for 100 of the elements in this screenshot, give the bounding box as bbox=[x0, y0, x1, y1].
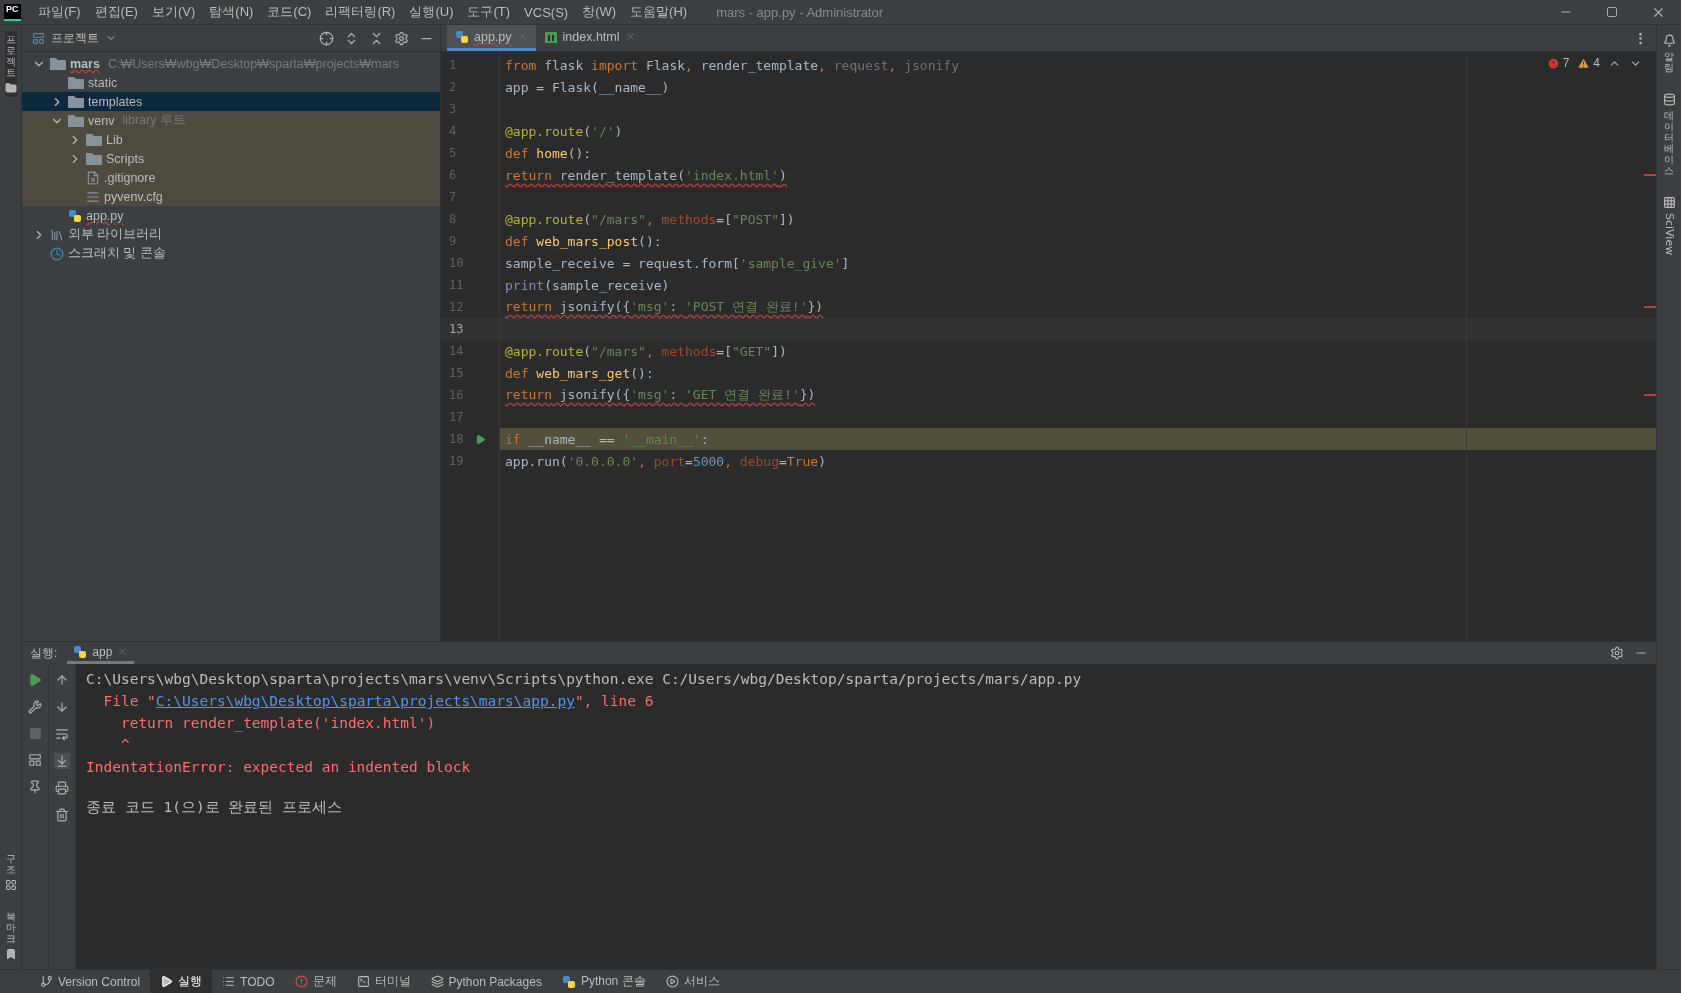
locate-icon[interactable] bbox=[319, 30, 334, 46]
menu-item[interactable]: VCS(S) bbox=[517, 4, 576, 20]
menu-item[interactable]: 편집(E) bbox=[87, 3, 145, 21]
play-icon bbox=[28, 673, 42, 687]
tool-window-tab[interactable]: TODO bbox=[212, 970, 285, 993]
tool-window-tab[interactable]: Python Packages bbox=[420, 970, 552, 993]
panel-icon bbox=[32, 31, 45, 45]
console-line: IndentationError: expected an indented block bbox=[86, 758, 472, 777]
tree-item-name: venv bbox=[88, 113, 115, 128]
tool-window-tab[interactable]: 문제 bbox=[284, 970, 347, 993]
settings-icon[interactable] bbox=[394, 30, 409, 46]
tree-item[interactable]: app.py bbox=[22, 206, 440, 225]
tree-item-name: templates bbox=[88, 94, 143, 109]
warning-count[interactable]: 4 bbox=[1577, 56, 1600, 70]
line-number: 15 bbox=[448, 365, 465, 382]
scroll-to-end-button[interactable] bbox=[54, 753, 70, 769]
file-link[interactable]: C:\Users\wbg\Desktop\sparta\projects\mars\app.py bbox=[155, 693, 575, 709]
tool-window-tab[interactable]: 실행 bbox=[150, 970, 213, 993]
project-view-dropdown[interactable]: 프로젝트 bbox=[32, 29, 117, 47]
rerun-button[interactable] bbox=[27, 672, 43, 688]
tree-item[interactable]: static bbox=[22, 73, 440, 92]
tool-window-tab[interactable]: Python 콘솔 bbox=[551, 970, 656, 993]
code-line: return render_template('index.html') bbox=[505, 167, 787, 183]
line-number: 18 bbox=[441, 428, 499, 450]
tree-item[interactable]: 외부 라이브러리 bbox=[22, 225, 440, 244]
run-label: 실행: bbox=[30, 644, 58, 662]
services-icon bbox=[665, 975, 679, 988]
structure-icon bbox=[4, 879, 17, 891]
line-number: 2 bbox=[448, 79, 458, 96]
console-line: File "C:\Users\wbg\Desktop\sparta\projects\mars\app.py", line 6 bbox=[102, 692, 655, 711]
list-icon bbox=[222, 975, 236, 988]
app-logo: PC bbox=[4, 3, 21, 21]
folder-icon bbox=[4, 82, 17, 94]
menu-item[interactable]: 도움말(H) bbox=[623, 3, 695, 21]
folder-icon bbox=[68, 76, 84, 89]
wrench-button[interactable] bbox=[27, 699, 43, 715]
line-number: 1 bbox=[448, 57, 458, 74]
tool-window-button[interactable]: 데이터베이스 bbox=[1662, 90, 1676, 179]
menu-item[interactable]: 코드(C) bbox=[260, 3, 319, 21]
tree-item[interactable]: mars C:₩Users₩wbg₩Desktop₩sparta₩projects₩mars bbox=[22, 54, 440, 73]
tool-window-button[interactable]: 알림 bbox=[1662, 31, 1676, 76]
line-number: 12 bbox=[448, 299, 465, 316]
tool-window-button[interactable]: 북마크 bbox=[4, 908, 17, 963]
menu-item[interactable]: 실행(U) bbox=[402, 3, 461, 21]
code-line: def web_mars_post(): bbox=[505, 233, 662, 249]
menu-item[interactable]: 탐색(N) bbox=[202, 3, 261, 21]
line-number: 11 bbox=[448, 277, 465, 294]
pin-button[interactable] bbox=[27, 779, 43, 795]
tree-item[interactable]: templates bbox=[22, 92, 440, 111]
tree-item-name: static bbox=[88, 75, 118, 90]
error-count[interactable]: 7 bbox=[1546, 56, 1570, 70]
console-line: 종료 코드 1(으)로 완료된 프로세스 bbox=[86, 798, 344, 817]
run-icon[interactable] bbox=[475, 433, 487, 445]
window-title: mars - app.py - Administrator bbox=[716, 4, 884, 20]
print-button[interactable] bbox=[54, 780, 70, 796]
tree-item-name: pyvenv.cfg bbox=[104, 189, 163, 204]
wrap-button[interactable] bbox=[54, 726, 70, 742]
trash-button[interactable] bbox=[54, 807, 70, 823]
menu-item[interactable]: 리팩터링(R) bbox=[318, 3, 403, 21]
menu-item[interactable]: 도구(T) bbox=[460, 3, 518, 21]
editor-tab[interactable]: app.py bbox=[447, 25, 536, 51]
grid-icon bbox=[1662, 196, 1676, 209]
tree-item-hint: library 루트 bbox=[122, 112, 186, 129]
line-number: 5 bbox=[448, 145, 458, 162]
branch-icon bbox=[40, 975, 53, 988]
settings-icon[interactable] bbox=[1610, 646, 1624, 660]
layout-button[interactable] bbox=[27, 752, 43, 768]
tree-item[interactable]: venv library 루트 bbox=[22, 111, 440, 130]
folder-icon bbox=[86, 152, 102, 165]
tree-item[interactable]: Lib bbox=[22, 130, 440, 149]
console-line: C:\Users\wbg\Desktop\sparta\projects\mars\venv\Scripts\python.exe C:/Users/wbg/Desktop/sparta/projects/mars/app.py bbox=[86, 670, 1083, 689]
python-file-icon bbox=[561, 974, 576, 989]
up-button[interactable] bbox=[54, 672, 70, 688]
tool-window-tab[interactable]: Version Control bbox=[30, 970, 151, 993]
menu-item[interactable]: 창(W) bbox=[575, 3, 624, 21]
tree-item[interactable]: .gitignore bbox=[22, 168, 440, 187]
folder-icon bbox=[86, 133, 102, 146]
tool-window-button[interactable]: 프로젝트 bbox=[4, 31, 17, 97]
console-line: ^ bbox=[119, 736, 131, 755]
warning-icon bbox=[1577, 56, 1591, 70]
bookmark-icon bbox=[4, 948, 17, 960]
tool-window-button[interactable]: SciView bbox=[1662, 193, 1676, 259]
line-number: 10 bbox=[448, 255, 465, 272]
menu-item[interactable]: 파일(F) bbox=[31, 3, 88, 21]
tree-item[interactable]: Scripts bbox=[22, 149, 440, 168]
menu-item[interactable]: 보기(V) bbox=[144, 3, 203, 21]
printer-icon bbox=[55, 781, 69, 795]
tool-window-button[interactable]: 구조 bbox=[4, 850, 17, 894]
tree-item-name: app.py bbox=[86, 208, 124, 223]
tree-item-hint: C:₩Users₩wbg₩Desktop₩sparta₩projects₩mars bbox=[107, 56, 399, 71]
code-line: @app.route('/') bbox=[505, 123, 623, 139]
editor-tab[interactable]: index.html bbox=[535, 25, 644, 51]
tree-item[interactable]: pyvenv.cfg bbox=[22, 187, 440, 206]
code-line: from flask import Flask, render_template, request, jsonify bbox=[505, 57, 959, 73]
tool-window-tab[interactable]: 서비스 bbox=[655, 970, 730, 993]
python-file-icon bbox=[68, 208, 82, 223]
tool-window-tab[interactable]: 터미널 bbox=[346, 970, 421, 993]
line-number: 6 bbox=[448, 167, 458, 184]
html-file-icon bbox=[543, 29, 558, 44]
tree-item[interactable]: 스크래치 및 콘솔 bbox=[22, 244, 440, 263]
